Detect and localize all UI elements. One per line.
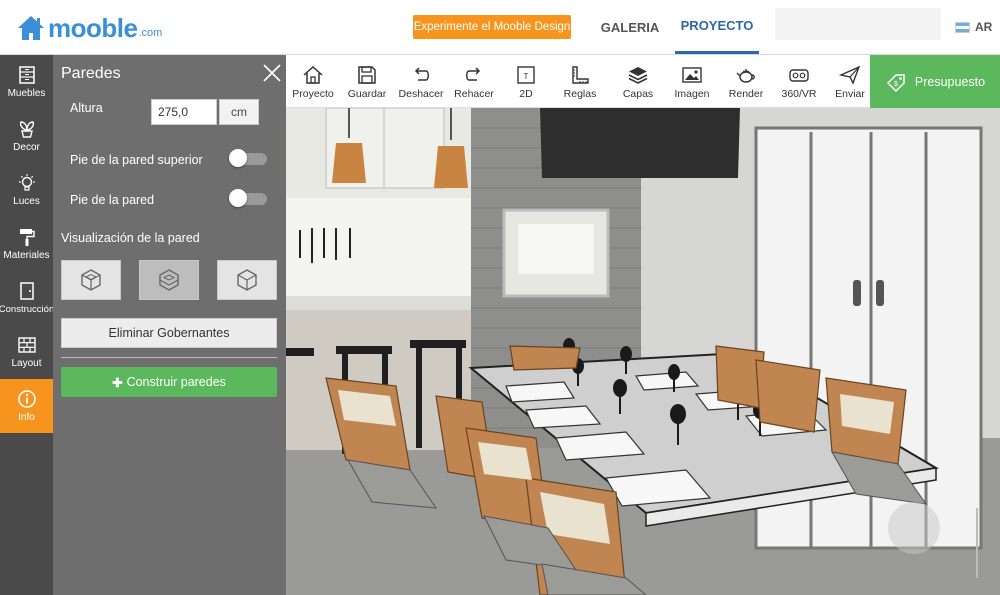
rail-item-construccion[interactable]: Construcción [0, 271, 55, 325]
argentina-flag-icon [955, 21, 970, 33]
rail-item-info[interactable]: Info [0, 379, 53, 433]
rail-item-decor[interactable]: Decor [0, 109, 53, 163]
budget-button[interactable]: $ Presupuesto [870, 55, 1000, 108]
mooble-logo[interactable]: mooble .com [16, 12, 162, 42]
plant-icon [19, 121, 34, 138]
vr-icon [789, 68, 809, 82]
svg-text:$: $ [894, 81, 898, 88]
ruler-icon [572, 65, 589, 84]
toggle-upper-label: Pie de la pared superior [70, 153, 203, 167]
toggle-upper-wall-base[interactable] [229, 149, 267, 167]
tool-label: Deshacer [398, 87, 444, 100]
rail-item-muebles[interactable]: Muebles [0, 55, 53, 109]
tool-reglas[interactable]: Reglas [558, 55, 602, 108]
visualization-label: Visualización de la pared [61, 231, 200, 245]
cube-outline-icon [237, 269, 257, 291]
language-selector[interactable]: AR [955, 20, 992, 34]
tool-proyecto[interactable]: Proyecto [290, 55, 336, 108]
rail-label: Materiales [3, 250, 50, 261]
rail-item-layout[interactable]: Layout [0, 325, 53, 379]
paint-roller-icon [19, 229, 35, 246]
tool-label: Enviar [835, 87, 865, 100]
budget-label: Presupuesto [914, 74, 986, 89]
2d-icon: T [517, 65, 535, 84]
send-icon [839, 65, 861, 85]
close-icon[interactable] [262, 63, 282, 83]
tool-enviar[interactable]: Enviar [830, 55, 870, 108]
height-label: Altura [70, 101, 103, 115]
teapot-icon [736, 68, 755, 83]
tool-label: Render [728, 87, 764, 100]
height-input[interactable] [151, 99, 217, 125]
rail-label: Construcción [0, 304, 55, 315]
tool-label: 360/VR [781, 87, 817, 100]
panel-divider [61, 357, 277, 358]
rail-item-materiales[interactable]: Materiales [0, 217, 53, 271]
redo-icon [466, 66, 481, 81]
info-icon [17, 390, 36, 408]
tool-label: Imagen [674, 87, 710, 100]
3d-viewport[interactable] [286, 108, 1000, 595]
cube-cut-icon [159, 269, 179, 291]
toggle-wall-base[interactable] [229, 189, 267, 207]
view-full-walls-button[interactable] [61, 260, 121, 300]
rail-label: Info [18, 412, 35, 423]
tool-imagen[interactable]: Imagen [670, 55, 714, 108]
tool-label: 2D [519, 87, 533, 100]
tab-proyecto[interactable]: PROYECTO [675, 0, 759, 54]
cube-full-icon [81, 269, 101, 291]
tool-360-vr[interactable]: 360/VR [776, 55, 822, 108]
height-unit: cm [219, 99, 259, 125]
dresser-icon [18, 66, 35, 84]
tool-label: Guardar [347, 87, 387, 100]
rail-label: Layout [11, 358, 42, 369]
rail-item-luces[interactable]: Luces [0, 163, 53, 217]
plus-icon: ✚ [112, 375, 123, 390]
tab-galeria[interactable]: GALERIA [590, 0, 670, 54]
top-header: mooble .com Experimente el Mooble Design… [0, 0, 1000, 55]
brick-icon [17, 337, 36, 353]
tool-guardar[interactable]: Guardar [344, 55, 390, 108]
header-empty-area [775, 8, 941, 40]
rail-label: Luces [13, 196, 40, 207]
tool-label: Rehacer [454, 87, 494, 100]
logo-text: mooble [48, 13, 138, 43]
image-icon [682, 66, 702, 83]
panel-title: Paredes [61, 65, 121, 82]
build-walls-button[interactable]: ✚ Construir paredes [61, 367, 277, 397]
tool-label: Reglas [563, 87, 597, 100]
3d-scene-render[interactable] [286, 108, 1000, 595]
tool-deshacer[interactable]: Deshacer [396, 55, 446, 108]
rail-label: Decor [13, 142, 40, 153]
view-cut-walls-button[interactable] [139, 260, 199, 300]
delete-rulers-button[interactable]: Eliminar Gobernantes [61, 318, 277, 348]
language-label: AR [975, 20, 993, 34]
tool-render[interactable]: Render [724, 55, 768, 108]
mooble-design-button[interactable]: Experimente el Mooble Design [413, 15, 571, 39]
save-icon [358, 65, 376, 84]
bulb-icon [18, 174, 35, 191]
house-icon [303, 65, 323, 84]
walls-panel: Paredes Altura cm Pie de la pared superi… [53, 55, 286, 595]
left-icon-rail: Muebles Decor Luces Materiales Construcc… [0, 55, 55, 595]
door-icon [19, 282, 34, 300]
tool-2d[interactable]: T 2D [508, 55, 544, 108]
price-tag-icon: $ [886, 73, 905, 92]
undo-icon [414, 66, 429, 81]
tool-label: Proyecto [292, 87, 334, 100]
logo-house-icon [16, 14, 46, 42]
tool-capas[interactable]: Capas [616, 55, 660, 108]
main-toolbar: Proyecto Guardar Deshacer Rehacer T 2D R… [286, 55, 870, 108]
svg-text:T: T [524, 72, 529, 81]
tool-label: Capas [622, 87, 654, 100]
rail-label: Muebles [7, 88, 46, 99]
logo-suffix: .com [138, 27, 163, 39]
tool-rehacer[interactable]: Rehacer [452, 55, 496, 108]
layers-icon [628, 66, 648, 84]
view-outline-walls-button[interactable] [217, 260, 277, 300]
toggle-lower-label: Pie de la pared [70, 193, 155, 207]
build-walls-label: Construir paredes [126, 375, 226, 389]
